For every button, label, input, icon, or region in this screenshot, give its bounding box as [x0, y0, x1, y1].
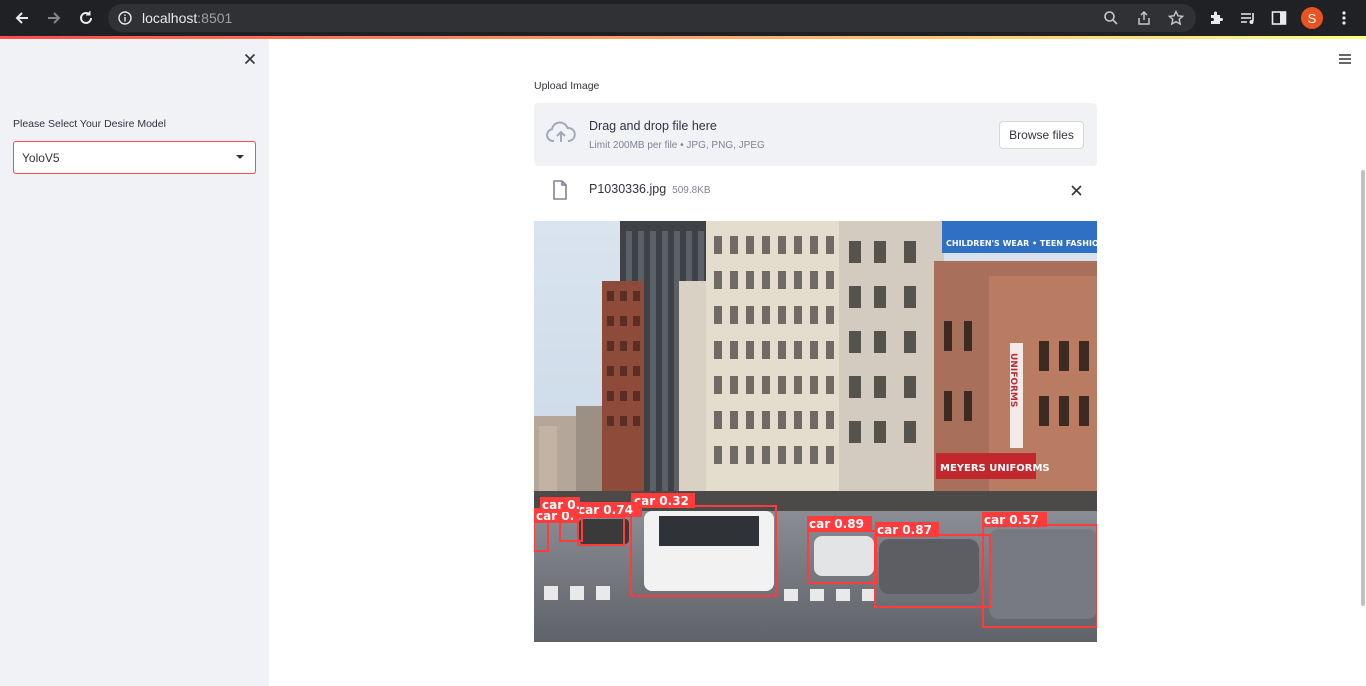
back-arrow-icon: [15, 12, 28, 24]
model-select[interactable]: YoloV5: [13, 141, 256, 174]
reload-icon: [80, 11, 92, 24]
side-panel-icon[interactable]: [1267, 6, 1291, 30]
sidebar: Please Select Your Desire Model YoloV5: [0, 39, 269, 686]
bookmark-star-icon[interactable]: [1164, 6, 1188, 30]
detection-result-image: CHILDREN'S WEAR • TEEN FASHIONS • S UNIF…: [534, 221, 1097, 642]
chevron-down-icon: [236, 155, 244, 159]
url-port: :8501: [197, 10, 233, 26]
close-icon: [244, 53, 256, 65]
dropzone-limit: Limit 200MB per file • JPG, PNG, JPEG: [589, 140, 765, 151]
file-dropzone[interactable]: Drag and drop file here Limit 200MB per …: [534, 103, 1097, 166]
browse-files-button[interactable]: Browse files: [999, 121, 1084, 149]
model-select-label: Please Select Your Desire Model: [13, 118, 166, 130]
uploaded-file-name: P1030336.jpg 509.8KB: [589, 182, 711, 196]
upload-label: Upload Image: [534, 80, 600, 92]
url-text: localhost:8501: [142, 10, 232, 26]
detection-label: car 0.74: [578, 503, 633, 517]
detection-label: car 0.87: [877, 523, 932, 537]
detection-label: car 0.89: [809, 517, 864, 531]
url-host: localhost: [142, 10, 198, 26]
site-info-icon[interactable]: [118, 11, 132, 25]
file-size: 509.8KB: [672, 185, 711, 196]
browser-toolbar: localhost:8501 S: [0, 0, 1366, 36]
share-icon[interactable]: [1132, 6, 1156, 30]
uniforms-vertical-sign: UNIFORMS: [1008, 353, 1018, 407]
close-icon: [1070, 184, 1082, 196]
billboard-text: CHILDREN'S WEAR • TEEN FASHIONS • S: [946, 239, 1097, 248]
file-name-text: P1030336.jpg: [589, 182, 667, 196]
model-select-value: YoloV5: [22, 151, 60, 165]
reload-button[interactable]: [70, 2, 102, 34]
hamburger-icon: [1339, 54, 1351, 64]
media-control-icon[interactable]: [1236, 6, 1260, 30]
chrome-menu-icon[interactable]: [1332, 6, 1356, 30]
back-button[interactable]: [6, 2, 38, 34]
page-scrollbar[interactable]: [1361, 170, 1365, 606]
uploaded-file-row: P1030336.jpg 509.8KB: [534, 172, 1097, 208]
detection-label: car 0.32: [634, 494, 689, 508]
cloud-upload-icon: [546, 121, 576, 142]
file-icon: [553, 180, 567, 200]
profile-avatar[interactable]: S: [1301, 7, 1323, 29]
zoom-icon[interactable]: [1099, 6, 1123, 30]
extensions-icon[interactable]: [1204, 6, 1228, 30]
address-bar[interactable]: localhost:8501: [108, 4, 1196, 32]
detection-label: car 0.57: [984, 513, 1039, 527]
sidebar-close-button[interactable]: [240, 49, 260, 69]
forward-button[interactable]: [38, 2, 70, 34]
remove-file-button[interactable]: [1067, 181, 1085, 199]
dropzone-title: Drag and drop file here: [589, 119, 717, 133]
meyers-sign: MEYERS UNIFORMS: [940, 463, 1050, 474]
main-menu-button[interactable]: [1338, 50, 1354, 64]
forward-arrow-icon: [48, 12, 61, 24]
detection-label: car 0.: [542, 498, 580, 512]
street-scene-image: CHILDREN'S WEAR • TEEN FASHIONS • S UNIF…: [534, 221, 1097, 642]
